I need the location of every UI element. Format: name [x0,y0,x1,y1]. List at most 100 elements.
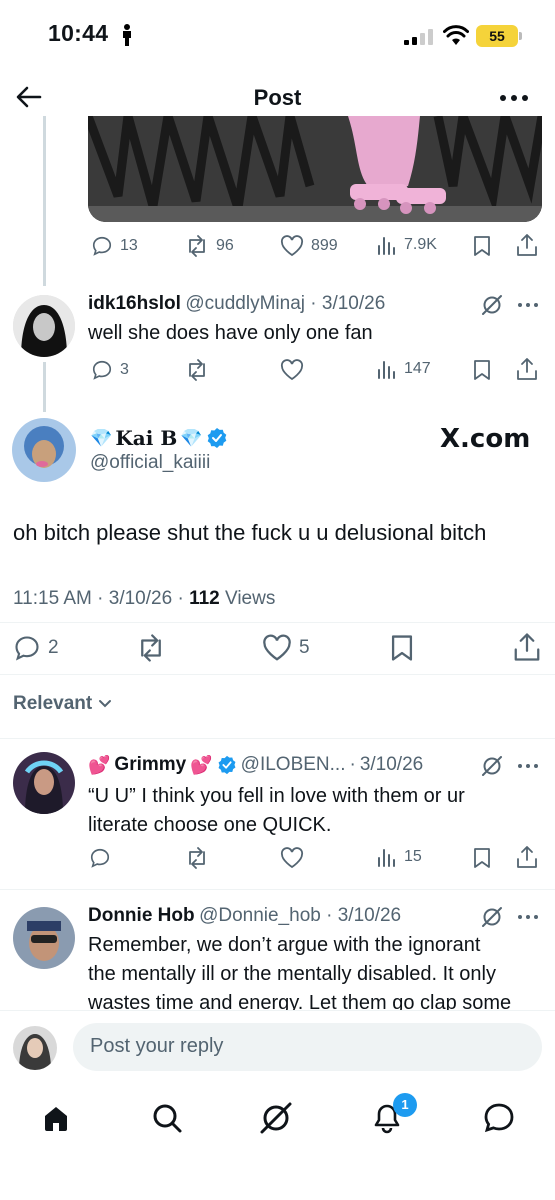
more-options-icon[interactable] [517,302,539,308]
bookmark-icon[interactable] [472,235,492,257]
avatar[interactable] [13,295,75,357]
reply-icon [92,360,112,380]
like-action[interactable]: 5 [262,634,310,662]
author-name[interactable]: Donnie Hob [88,905,195,926]
repost-icon [189,235,205,257]
post-meta: 11:15 AM · 3/10/26 · 112 Views [13,588,276,609]
reply-header: 💕 Grimmy 💕 @ILOBEN... · 3/10/26 [88,754,424,776]
like-action[interactable]: 899 [280,235,338,257]
bookmark-icon[interactable] [472,359,492,381]
battery-indicator: 55 [476,25,522,47]
my-avatar[interactable] [13,1026,57,1070]
views-count: 15 [404,848,422,865]
like-count: 5 [299,637,310,658]
reply-action[interactable]: 2 [13,634,59,662]
post-text: oh bitch please shut the fuck u u delusi… [13,520,487,545]
search-icon[interactable] [151,1102,183,1134]
post-date: 3/10/26 [108,588,173,609]
home-icon[interactable] [41,1103,71,1133]
author-name[interactable]: idk16hslol [88,293,181,314]
reply-text-line: “U U” I think you fell in love with them… [88,785,465,807]
post-date: 3/10/26 [359,754,424,775]
reply-input[interactable]: Post your reply [73,1023,542,1071]
share-icon[interactable] [516,845,538,869]
sort-dropdown[interactable]: Relevant [13,693,112,715]
avatar[interactable] [12,418,76,482]
views-action[interactable]: 147 [377,359,431,379]
post-date: 3/10/26 [337,905,402,926]
views-count: 7.9K [404,236,437,253]
verified-badge-icon [207,428,226,448]
gem-emoji-icon: 💎 [90,427,113,448]
reply-text-line: Remember, we don’t argue with the ignora… [88,934,481,956]
notification-badge: 1 [393,1093,417,1117]
more-options-icon[interactable] [499,94,529,102]
author-handle[interactable]: @ILOBEN... [241,754,346,776]
verified-badge-icon [218,755,236,775]
views-icon [378,361,395,379]
grok-icon[interactable] [481,906,503,928]
sort-label: Relevant [13,693,93,714]
media-image [88,116,542,222]
grok-icon[interactable] [481,755,503,777]
heart-icon[interactable] [280,847,304,869]
views-icon [378,849,395,867]
repost-icon[interactable] [185,847,209,869]
page-title: Post [253,85,302,110]
grok-icon[interactable] [481,294,503,316]
repost-icon[interactable] [185,359,209,381]
grok-icon[interactable] [259,1101,293,1135]
heart-icon [280,235,304,257]
views-count: 112 [189,588,220,609]
signal-icon [404,29,433,45]
chevron-down-icon [99,700,112,708]
author-name: Kai B [115,426,178,450]
repost-action[interactable]: 96 [185,235,234,257]
person-icon [123,24,131,46]
hearts-emoji-icon: 💕 [190,754,213,775]
gem-emoji-icon: 💎 [180,427,203,448]
thread-line [43,116,46,286]
share-icon[interactable] [513,632,541,662]
views-action[interactable]: 15 [377,847,422,867]
reply-count: 13 [120,237,138,254]
avatar[interactable] [13,752,75,814]
bookmark-icon[interactable] [472,847,492,869]
post-author[interactable]: 💎 Kai B 💎 [90,426,228,450]
author-name[interactable]: Grimmy [114,754,186,776]
views-action[interactable]: 7.9K [377,235,437,255]
reply-header: Donnie Hob @Donnie_hob · 3/10/26 [88,905,402,926]
wifi-icon [443,25,469,45]
share-icon[interactable] [516,233,538,257]
reply-count: 3 [120,361,129,378]
repost-count: 96 [216,237,234,254]
author-handle[interactable]: @official_kaiiii [90,452,210,474]
more-options-icon[interactable] [517,763,539,769]
post-date: 3/10/26 [321,293,386,314]
reply-action[interactable]: 3 [91,359,129,381]
post-media[interactable] [88,116,542,222]
reply-icon [15,636,39,661]
views-label: Views [225,588,276,609]
views-count: 147 [404,360,431,377]
reply-text-line: the mentally ill or the mentally disable… [88,963,496,985]
reply-icon[interactable] [89,847,111,869]
bookmark-icon[interactable] [389,634,415,662]
reply-count: 2 [48,637,59,658]
reply-icon [92,236,112,256]
more-options-icon[interactable] [517,914,539,920]
reply-text-line: literate choose one QUICK. [88,814,332,836]
post-time: 11:15 AM [13,588,92,609]
avatar[interactable] [13,907,75,969]
thread-line [43,362,46,412]
reply-text: well she does have only one fan [88,322,373,344]
author-handle[interactable]: @Donnie_hob [199,905,321,926]
reply-action[interactable]: 13 [91,235,138,257]
author-handle[interactable]: @cuddlyMinaj [185,293,305,314]
repost-icon[interactable] [136,634,166,662]
status-bar: 10:44 55 [0,0,555,70]
views-icon [378,237,395,255]
messages-icon[interactable] [482,1101,516,1135]
share-icon[interactable] [516,357,538,381]
heart-icon[interactable] [280,359,304,381]
